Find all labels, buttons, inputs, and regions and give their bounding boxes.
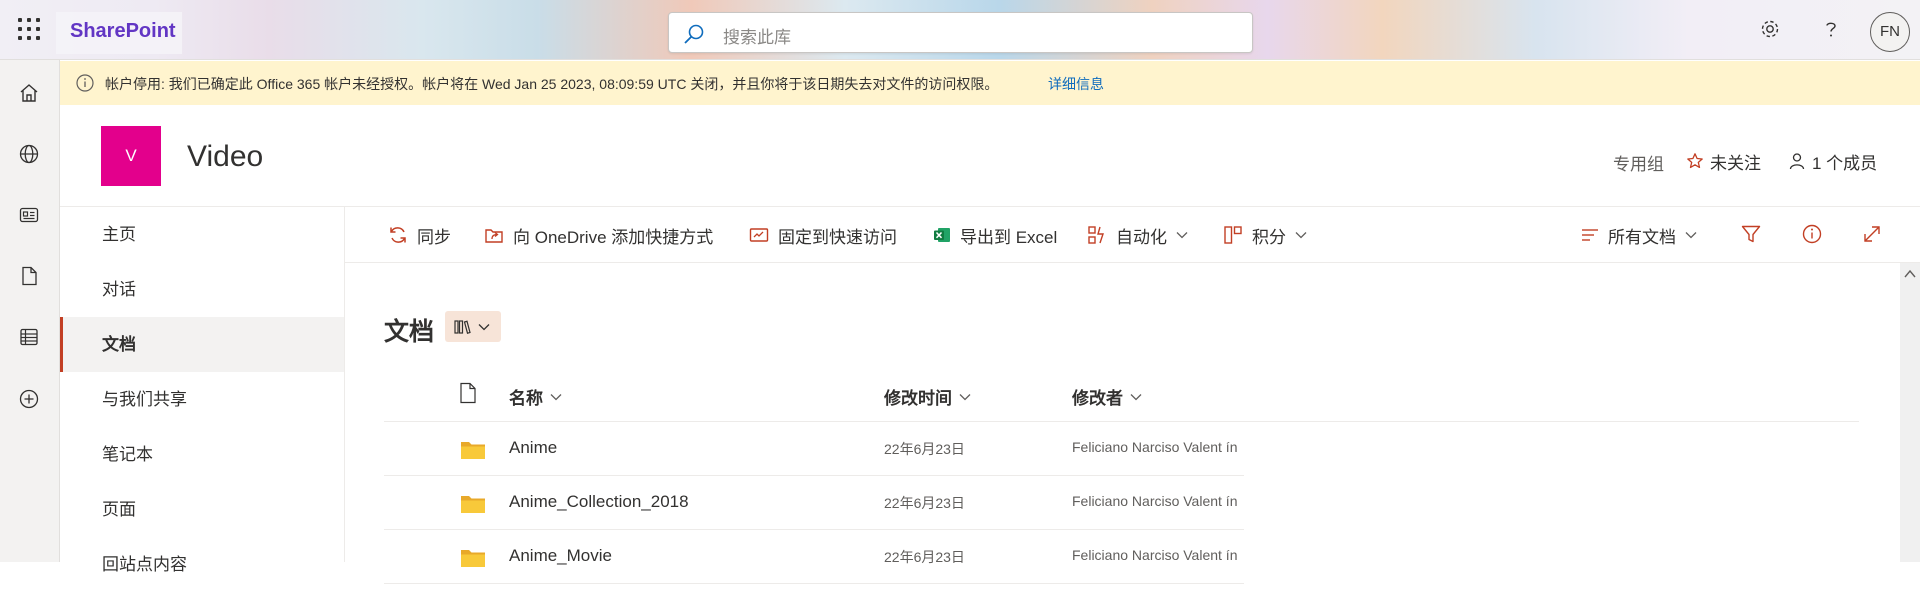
view-selector[interactable]: 所有文档 [1580, 223, 1698, 247]
sync-button[interactable]: 同步 [387, 223, 451, 247]
help-icon[interactable] [1820, 18, 1842, 40]
chevron-down-icon [477, 320, 491, 334]
chevron-down-icon [1129, 390, 1143, 404]
search-input[interactable]: 搜索此库 [723, 23, 791, 48]
modified-date: 22年6月23日 [884, 495, 965, 511]
nav-item-home[interactable]: 主页 [60, 207, 344, 262]
account-deactivation-notice: 帐户停用: 我们已确定此 Office 365 帐户未经授权。帐户将在 Wed … [60, 61, 1920, 105]
nav-item-shared-with-us[interactable]: 与我们共享 [60, 372, 344, 427]
app-rail [0, 60, 60, 562]
follow-button[interactable]: 未关注 [1686, 148, 1761, 174]
chevron-down-icon [958, 390, 972, 404]
nav-item-conversations[interactable]: 对话 [60, 262, 344, 317]
chevron-down-icon [549, 390, 563, 404]
file-type-icon[interactable] [458, 382, 478, 404]
folder-icon [460, 494, 486, 514]
scroll-up-arrow-icon[interactable] [1904, 269, 1916, 279]
modified-by[interactable]: Feliciano Narciso Valent ín [1072, 493, 1237, 509]
sync-label: 同步 [417, 227, 451, 247]
search-box[interactable]: 搜索此库 [668, 12, 1253, 53]
pin-icon [748, 224, 770, 246]
integrate-button[interactable]: 积分 [1222, 223, 1308, 247]
library-view-switcher[interactable] [445, 311, 501, 342]
integrate-label: 积分 [1252, 227, 1286, 247]
export-excel-label: 导出到 Excel [960, 227, 1058, 247]
nav-item-notebook[interactable]: 笔记本 [60, 427, 344, 482]
filter-icon[interactable] [1740, 223, 1762, 245]
library-books-icon [453, 318, 473, 336]
star-icon [1686, 152, 1704, 170]
app-launcher-icon[interactable] [18, 18, 40, 40]
modified-date: 22年6月23日 [884, 549, 965, 565]
column-modified-by-label: 修改者 [1072, 389, 1123, 408]
members-label: 1 个成员 [1812, 153, 1878, 173]
person-icon [1788, 152, 1806, 170]
automate-button[interactable]: 自动化 [1086, 223, 1189, 247]
library-title: 文档 [384, 318, 435, 346]
vertical-scrollbar[interactable] [1900, 263, 1920, 562]
export-excel-button[interactable]: 导出到 Excel [932, 223, 1057, 247]
file-name-link[interactable]: Anime_Movie [509, 546, 612, 566]
expand-icon[interactable] [1861, 223, 1883, 245]
modified-by[interactable]: Feliciano Narciso Valent ín [1072, 547, 1237, 563]
modified-by[interactable]: Feliciano Narciso Valent ín [1072, 439, 1237, 455]
news-icon[interactable] [18, 204, 40, 226]
settings-gear-icon[interactable] [1759, 18, 1781, 40]
lists-icon[interactable] [18, 326, 40, 348]
excel-icon [932, 225, 952, 245]
modified-date: 22年6月23日 [884, 441, 965, 457]
view-options-icon [1580, 225, 1600, 245]
nav-item-site-contents[interactable]: 回站点内容 [60, 537, 344, 592]
site-title[interactable]: Video [187, 140, 263, 174]
onedrive-shortcut-label: 向 OneDrive 添加快捷方式 [513, 227, 714, 247]
integrate-icon [1222, 224, 1244, 246]
info-icon [75, 73, 95, 93]
create-add-icon[interactable] [18, 388, 40, 410]
globe-icon[interactable] [18, 143, 40, 165]
table-row[interactable]: Anime_Movie 22年6月23日 Feliciano Narciso V… [384, 530, 1244, 584]
notice-message: 帐户停用: 我们已确定此 Office 365 帐户未经授权。帐户将在 Wed … [105, 76, 999, 92]
file-icon[interactable] [18, 265, 40, 287]
column-name-label: 名称 [509, 389, 543, 408]
file-name-link[interactable]: Anime [509, 438, 557, 458]
folder-icon [460, 440, 486, 460]
sync-icon [387, 224, 409, 246]
column-modified-label: 修改时间 [884, 389, 952, 408]
site-navigation: 主页 对话 文档 与我们共享 笔记本 页面 回站点内容 [60, 207, 345, 574]
column-header-modified-by[interactable]: 修改者 [1072, 384, 1143, 409]
search-icon [683, 23, 705, 45]
table-row[interactable]: Anime 22年6月23日 Feliciano Narciso Valent … [384, 422, 1244, 476]
file-name-link[interactable]: Anime_Collection_2018 [509, 492, 689, 512]
automate-icon [1086, 224, 1108, 246]
account-avatar[interactable]: FN [1870, 12, 1910, 52]
pin-quick-access-button[interactable]: 固定到快速访问 [748, 223, 897, 247]
notice-details-link[interactable]: 详细信息 [1048, 74, 1104, 94]
chevron-down-icon [1294, 228, 1308, 242]
group-privacy-label: 专用组 [1613, 155, 1664, 174]
members-button[interactable]: 1 个成员 [1788, 148, 1877, 174]
suite-bar: SharePoint 搜索此库 FN [0, 0, 1920, 60]
nav-item-pages[interactable]: 页面 [60, 482, 344, 537]
nav-item-documents[interactable]: 文档 [60, 317, 344, 372]
chevron-down-icon [1684, 228, 1698, 242]
add-onedrive-shortcut-button[interactable]: 向 OneDrive 添加快捷方式 [483, 223, 713, 247]
chevron-down-icon [1175, 228, 1189, 242]
view-name-label: 所有文档 [1608, 227, 1676, 247]
follow-label: 未关注 [1710, 153, 1761, 173]
app-name-link[interactable]: SharePoint [70, 20, 176, 43]
table-row[interactable]: Anime_Collection_2018 22年6月23日 Feliciano… [384, 476, 1244, 530]
automate-label: 自动化 [1116, 227, 1167, 247]
site-logo[interactable]: V [101, 126, 161, 186]
folder-icon [460, 548, 486, 568]
info-pane-icon[interactable] [1801, 223, 1823, 245]
column-header-name[interactable]: 名称 [509, 384, 563, 409]
column-header-modified[interactable]: 修改时间 [884, 384, 972, 409]
onedrive-shortcut-icon [483, 224, 505, 246]
pin-label: 固定到快速访问 [778, 227, 897, 247]
command-bar: 同步 向 OneDrive 添加快捷方式 固定到快速访问 导出到 Excel 自… [345, 207, 1920, 263]
home-icon[interactable] [18, 82, 40, 104]
